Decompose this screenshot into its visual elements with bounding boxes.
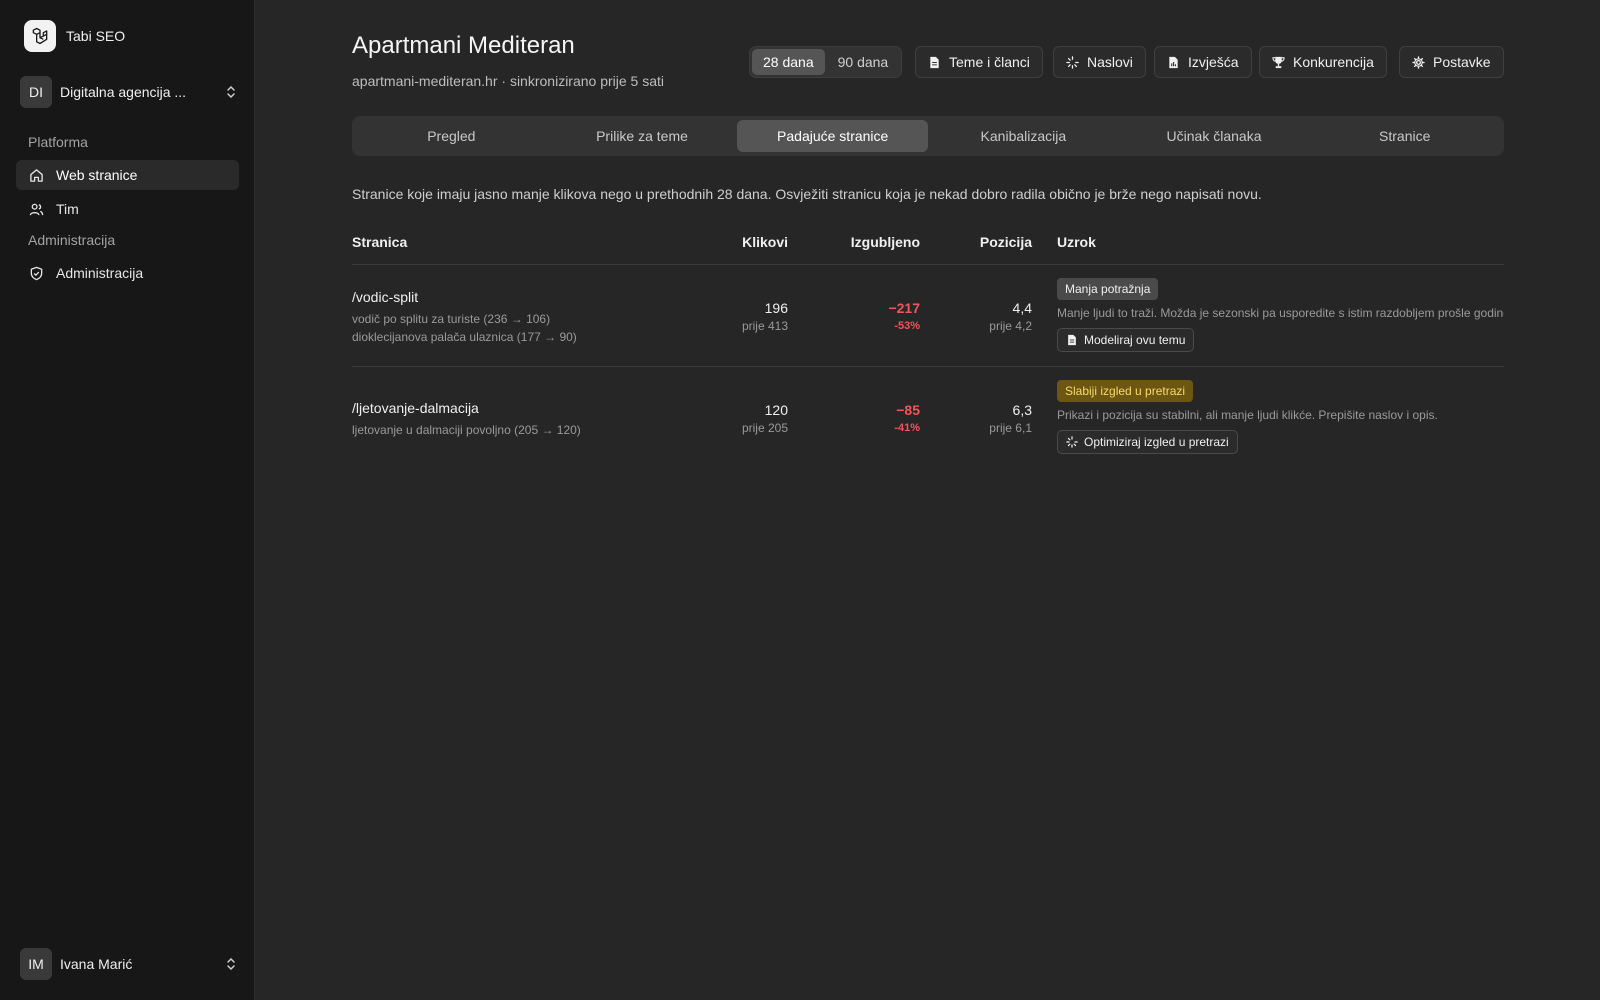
column-header-cause: Uzrok [1057,234,1096,250]
sparkle-icon [1066,436,1078,448]
sidebar-item-tim[interactable]: Tim [16,194,239,224]
cause-badge: Manja potražnja [1057,278,1159,300]
tab-padajuce-stranice[interactable]: Padajuće stranice [737,120,929,152]
optimize-search-appearance-button[interactable]: Optimiziraj izgled u pretrazi [1057,430,1238,454]
position-value: 4,4 [1012,300,1032,316]
column-header-position: Pozicija [979,234,1032,250]
sidebar-item-web-stranice[interactable]: Web stranice [16,160,239,190]
sidebar-section-label: Administracija [28,232,116,248]
page-subtitle: apartmani-mediteran.hr · sinkronizirano … [352,73,665,89]
page-title: Apartmani Mediteran [352,32,575,59]
competition-button[interactable]: Konkurencija [1259,46,1387,78]
lost-clicks-percent: -41% [894,422,920,434]
page-path-link[interactable]: /vodic-split [352,289,418,305]
user-menu[interactable]: IM Ivana Marić [20,948,239,980]
document-icon [1068,334,1076,346]
shield-icon [30,266,43,280]
cause-badge: Slabiji izgled u pretrazi [1057,380,1194,402]
position-previous: prije 6,1 [989,421,1032,435]
tab-kanibalizacija[interactable]: Kanibalizacija [928,120,1119,152]
sparkle-icon [1066,55,1079,69]
sidebar-item-administracija[interactable]: Administracija [16,258,239,288]
date-range-toggle: 28 dana 90 dana [749,46,903,78]
app-name: Tabi SEO [66,28,126,44]
tab-stranice[interactable]: Stranice [1309,120,1500,152]
reports-button[interactable]: Izvješća [1154,46,1252,78]
position-value: 6,3 [1012,402,1032,418]
org-name: Digitalna agencija ... [60,84,187,100]
range-90-days[interactable]: 90 dana [827,49,900,75]
document-icon [930,56,939,68]
clicks-value: 196 [764,300,788,316]
user-name: Ivana Marić [60,956,133,972]
query-item: dioklecijanova palača ulaznica (177 → 90… [352,330,577,344]
table-divider [352,366,1504,367]
sidebar-item-label: Tim [56,201,79,217]
sidebar: Tabi SEO DI Digitalna agencija ... Platf… [0,0,255,1000]
trophy-icon [1272,56,1285,68]
tab-prilike-za-teme[interactable]: Prilike za teme [547,120,738,152]
home-icon [30,168,43,182]
column-header-page: Stranica [352,234,408,250]
tab-pregled[interactable]: Pregled [356,120,547,152]
table-divider [352,264,1504,265]
column-header-clicks: Klikovi [742,234,788,250]
app-logo-icon [24,20,56,52]
cause-description: Prikazi i pozicija su stabilni, ali manj… [1057,408,1438,422]
report-icon [1169,56,1178,68]
settings-button[interactable]: Postavke [1399,46,1504,78]
position-previous: prije 4,2 [989,319,1032,333]
main-content: Apartmani Mediteran apartmani-mediteran.… [352,0,1504,1000]
headlines-button[interactable]: Naslovi [1053,46,1146,78]
tab-ucinak-clanaka[interactable]: Učinak članaka [1119,120,1310,152]
lost-clicks-value: −217 [888,300,920,316]
model-topic-button[interactable]: Modeliraj ovu temu [1057,328,1195,352]
users-icon [29,203,44,215]
org-avatar: DI [20,76,52,108]
lost-clicks-value: −85 [896,402,920,418]
lost-clicks-percent: -53% [894,320,920,332]
org-switcher[interactable]: DI Digitalna agencija ... [20,76,239,108]
clicks-value: 120 [764,402,788,418]
sidebar-item-label: Web stranice [56,167,138,183]
chevrons-up-down-icon [227,957,235,971]
clicks-previous: prije 205 [741,421,788,435]
page-path-link[interactable]: /ljetovanje-dalmacija [352,400,479,416]
query-item: vodič po splitu za turiste (236 → 106) [352,312,551,326]
topics-articles-button[interactable]: Teme i članci [915,46,1043,78]
tab-bar: Pregled Prilike za teme Padajuće stranic… [352,116,1504,156]
brand[interactable]: Tabi SEO [24,20,125,52]
chevrons-up-down-icon [227,85,235,99]
query-item: ljetovanje u dalmaciji povoljno (205 → 1… [352,423,581,437]
clicks-previous: prije 413 [741,319,788,333]
range-28-days[interactable]: 28 dana [752,49,825,75]
page-description: Stranice koje imaju jasno manje klikova … [352,186,1262,202]
sidebar-item-label: Administracija [56,265,144,281]
sidebar-section-label: Platforma [28,134,88,150]
cause-description: Manje ljudi to traži. Možda je sezonski … [1057,306,1504,320]
column-header-lost: Izgubljeno [850,234,920,250]
avatar: IM [20,948,52,980]
gear-icon [1412,55,1425,69]
